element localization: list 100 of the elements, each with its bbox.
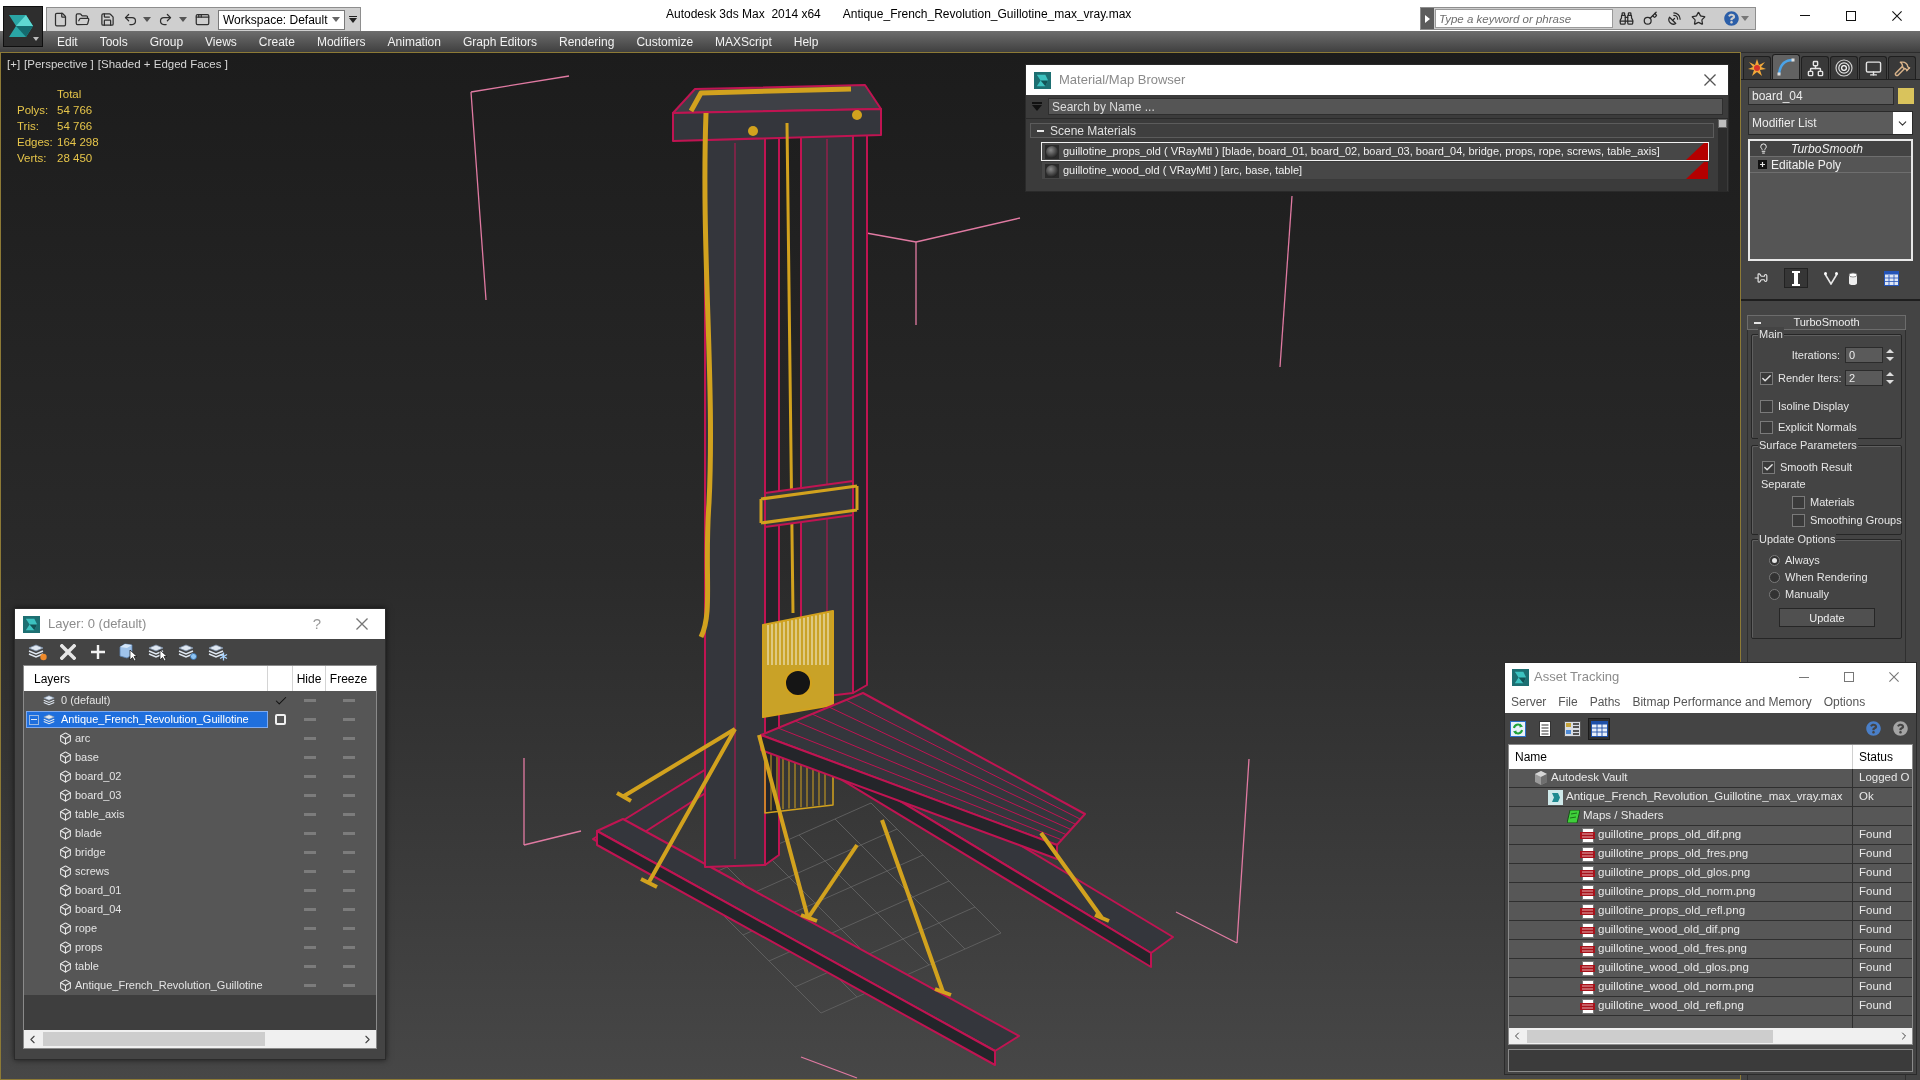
asset-item[interactable]: Maps / Shaders — [1567, 807, 1664, 825]
layer-item[interactable]: table_axis — [26, 806, 268, 823]
horizontal-scrollbar[interactable] — [1509, 1028, 1912, 1044]
viewport-menu[interactable]: [+] — [7, 57, 21, 71]
layer-item[interactable]: props — [26, 939, 268, 956]
object-name-field[interactable]: board_04 — [1748, 87, 1894, 105]
freeze-toggle[interactable] — [342, 718, 355, 721]
radio-button[interactable] — [1769, 588, 1780, 600]
hide-toggle[interactable] — [303, 965, 316, 968]
layer-tool-button[interactable] — [88, 642, 108, 662]
freeze-toggle[interactable] — [342, 756, 355, 759]
hide-toggle[interactable] — [303, 756, 316, 759]
command-tab[interactable] — [1830, 56, 1858, 79]
layer-item[interactable]: blade — [26, 825, 268, 842]
asset-item[interactable]: guillotine_props_old_refl.png — [1580, 902, 1746, 920]
material-item[interactable]: guillotine_wood_old ( VRayMtl ) [arc, base, table] — [1041, 161, 1709, 180]
render-iters-field[interactable]: 2 — [1845, 370, 1883, 386]
freeze-toggle[interactable] — [342, 889, 355, 892]
menu-item[interactable]: Graph Editors — [451, 31, 548, 52]
hide-toggle[interactable] — [303, 718, 316, 721]
viewport-menu[interactable]: [Perspective ] — [24, 57, 94, 71]
asset-item[interactable]: guillotine_wood_old_dif.png — [1580, 921, 1740, 939]
command-tab[interactable] — [1772, 54, 1800, 79]
layer-item[interactable]: 0 (default) — [26, 692, 268, 709]
hide-toggle[interactable] — [303, 889, 316, 892]
menu-item[interactable]: MAXScript — [704, 31, 783, 52]
spinner-arrows-icon[interactable] — [1885, 370, 1895, 386]
checkbox[interactable] — [1792, 513, 1805, 527]
command-tab[interactable] — [1801, 56, 1829, 79]
collapse-icon[interactable] — [29, 714, 39, 725]
layer-item[interactable]: table — [26, 958, 268, 975]
view-button[interactable] — [1588, 717, 1610, 740]
hide-toggle[interactable] — [303, 908, 316, 911]
asset-item[interactable]: Autodesk Vault — [1534, 769, 1628, 787]
material-item[interactable]: guillotine_props_old ( VRayMtl ) [blade, board_01, board_02, board_03, board_04, bridge, props, rope, screws, table_axis] — [1041, 142, 1709, 161]
layer-item[interactable]: base — [26, 749, 268, 766]
layer-item[interactable]: Antique_French_Revolution_Guillotine — [26, 711, 268, 728]
menu-item[interactable]: Rendering — [548, 31, 626, 52]
group-header[interactable]: Scene Materials — [1030, 123, 1714, 138]
asset-item[interactable]: guillotine_props_old_glos.png — [1580, 864, 1751, 882]
layer-item[interactable]: bridge — [26, 844, 268, 861]
menu-item[interactable]: Group — [138, 31, 195, 52]
hide-toggle[interactable] — [303, 699, 316, 702]
search-field[interactable]: Type a keyword or phrase — [1435, 9, 1613, 28]
layer-item[interactable]: screws — [26, 863, 268, 880]
menu-item[interactable]: File — [1558, 693, 1578, 711]
checkbox[interactable] — [1760, 420, 1773, 434]
freeze-toggle[interactable] — [342, 832, 355, 835]
expand-button[interactable] — [1421, 8, 1434, 29]
stack-tool-button[interactable] — [1881, 268, 1901, 288]
radio-button[interactable] — [1769, 554, 1780, 566]
layer-tool-button[interactable] — [118, 642, 138, 662]
hide-toggle[interactable] — [303, 946, 316, 949]
freeze-toggle[interactable] — [342, 794, 355, 797]
color-swatch[interactable] — [1898, 88, 1914, 104]
menu-item[interactable]: Customize — [625, 31, 705, 52]
hide-toggle[interactable] — [303, 775, 316, 778]
layer-item[interactable]: board_01 — [26, 882, 268, 899]
layer-tool-button[interactable] — [208, 642, 228, 662]
menu-item[interactable]: Server — [1511, 693, 1547, 711]
freeze-toggle[interactable] — [342, 927, 355, 930]
menu-item[interactable]: Options — [1823, 693, 1866, 711]
hide-toggle[interactable] — [303, 813, 316, 816]
freeze-toggle[interactable] — [342, 946, 355, 949]
stack-tool-button[interactable] — [1784, 268, 1808, 288]
layer-item[interactable]: board_03 — [26, 787, 268, 804]
menu-item[interactable]: Create — [247, 31, 306, 52]
current-layer-toggle[interactable] — [275, 714, 286, 725]
iterations-field[interactable]: 0 — [1845, 347, 1883, 363]
menu-item[interactable]: Animation — [376, 31, 452, 52]
asset-item[interactable]: guillotine_props_old_fres.png — [1580, 845, 1749, 863]
freeze-toggle[interactable] — [342, 984, 355, 987]
command-tab[interactable] — [1888, 56, 1916, 79]
layer-item[interactable]: Antique_French_Revolution_Guillotine — [26, 977, 268, 994]
menu-item[interactable]: Edit — [46, 31, 89, 52]
vertical-scrollbar[interactable] — [1718, 119, 1727, 191]
layer-item[interactable]: arc — [26, 730, 268, 747]
layer-item[interactable]: board_04 — [26, 901, 268, 918]
update-button[interactable]: Update — [1779, 608, 1875, 627]
hide-toggle[interactable] — [303, 832, 316, 835]
modifier-item[interactable]: TurboSmooth — [1750, 141, 1911, 157]
command-tab[interactable] — [1743, 56, 1771, 79]
modifier-item[interactable]: Editable Poly — [1750, 157, 1911, 173]
layer-tool-button[interactable] — [58, 642, 78, 662]
asset-item[interactable]: guillotine_wood_old_norm.png — [1580, 978, 1754, 996]
asset-item[interactable]: guillotine_props_old_dif.png — [1580, 826, 1742, 844]
asset-item[interactable]: guillotine_wood_old_refl.png — [1580, 997, 1744, 1015]
freeze-toggle[interactable] — [342, 908, 355, 911]
checkbox[interactable] — [1760, 399, 1773, 413]
checkbox[interactable] — [1792, 495, 1805, 509]
hide-toggle[interactable] — [303, 851, 316, 854]
asset-item[interactable]: guillotine_props_old_norm.png — [1580, 883, 1756, 901]
hide-toggle[interactable] — [303, 927, 316, 930]
freeze-toggle[interactable] — [342, 851, 355, 854]
app-menu-button[interactable] — [3, 6, 43, 47]
menu-item[interactable]: Paths — [1589, 693, 1621, 711]
layer-tool-button[interactable] — [178, 642, 198, 662]
menu-item[interactable]: Help — [782, 31, 830, 52]
freeze-toggle[interactable] — [342, 775, 355, 778]
hide-toggle[interactable] — [303, 737, 316, 740]
